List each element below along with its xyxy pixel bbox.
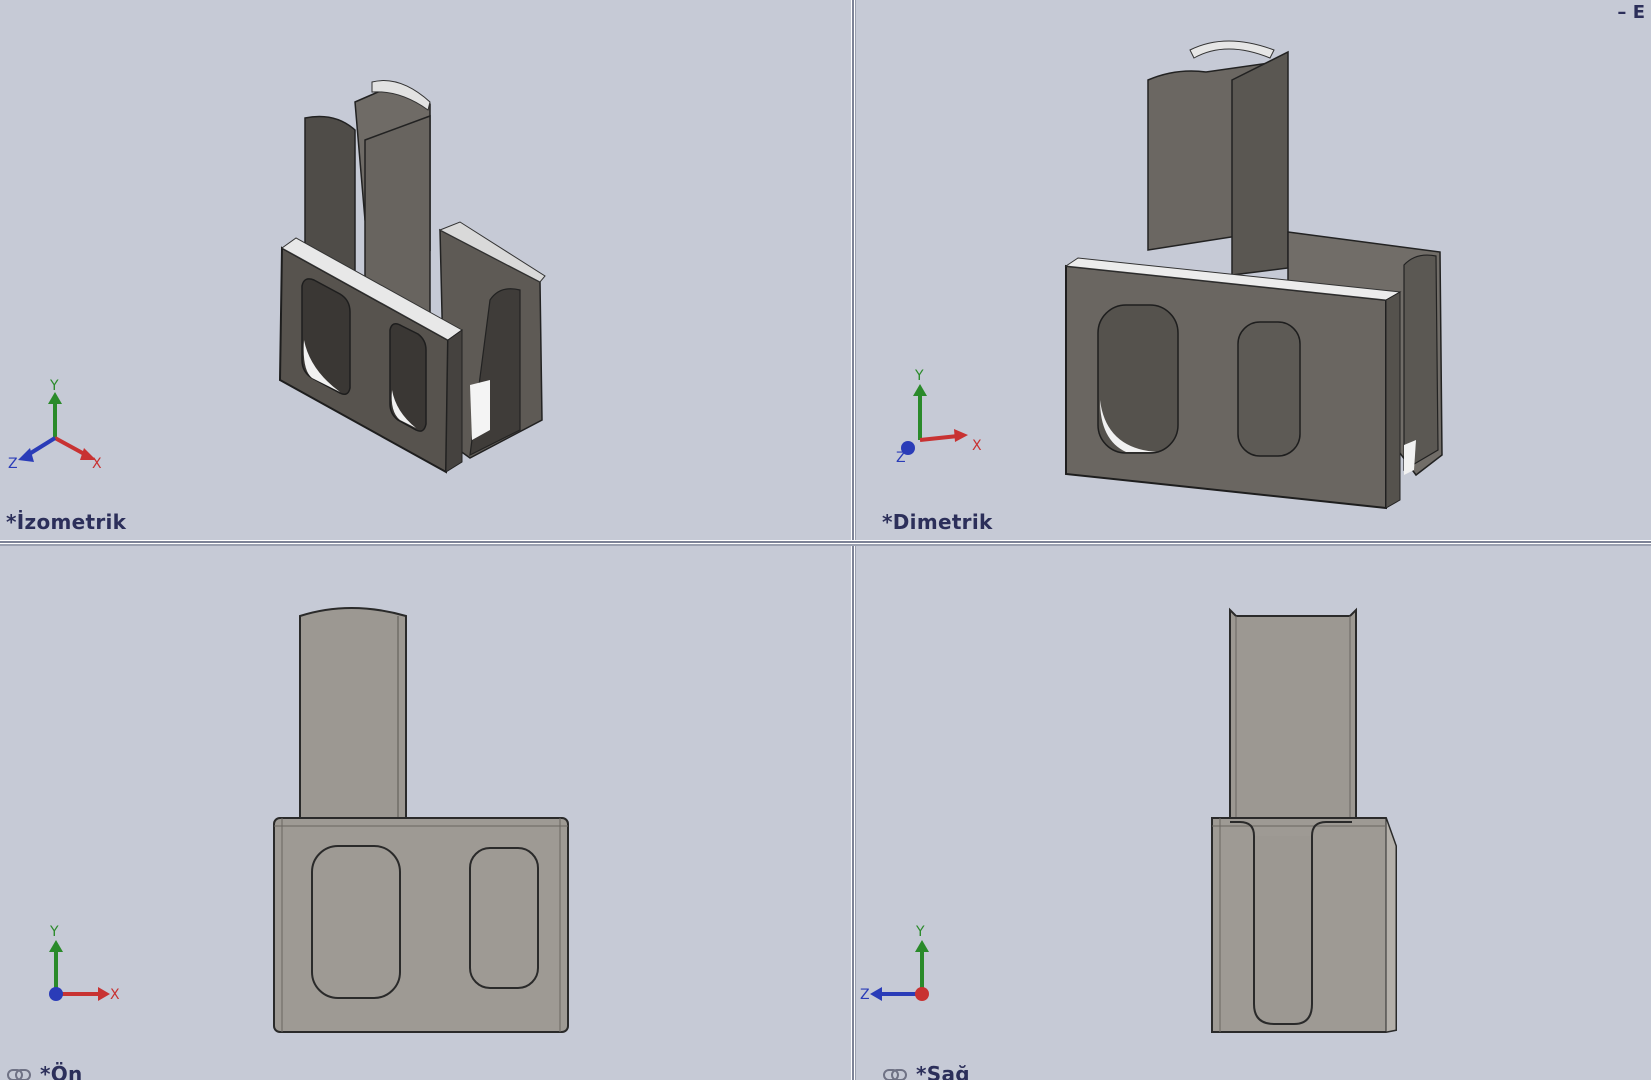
viewport-label-right: *Sağ — [916, 1062, 970, 1080]
viewport-front[interactable]: Y X *Ön — [0, 546, 853, 1080]
part-model-dimetric[interactable]: Y X Z — [856, 0, 1651, 540]
triad-z-label: Z — [860, 987, 870, 1003]
triad-y-label: Y — [914, 368, 924, 384]
viewport-label-isometric: *İzometrik — [6, 510, 127, 534]
triad-isometric: Y X Z — [8, 378, 102, 472]
viewport-isometric[interactable]: Y X Z *İzometrik — [0, 0, 853, 540]
part-model-right[interactable]: Y Z — [856, 546, 1651, 1080]
viewport-right[interactable]: Y Z *Sağ — [856, 546, 1651, 1080]
link-view-icon[interactable] — [7, 1069, 31, 1080]
triad-y-label: Y — [49, 924, 59, 940]
triad-x-label: X — [110, 987, 120, 1003]
part-model-isometric[interactable]: Y X Z — [0, 0, 853, 540]
triad-front: Y X — [49, 924, 120, 1003]
triad-x-label: X — [972, 438, 982, 454]
part-model-front[interactable]: Y X — [0, 546, 853, 1080]
link-view-icon[interactable] — [883, 1069, 907, 1080]
triad-z-label: Z — [896, 450, 906, 466]
triad-dimetric: Y X Z — [896, 368, 982, 466]
triad-y-label: Y — [915, 924, 925, 940]
triad-y-label: Y — [49, 378, 59, 394]
triad-right: Y Z — [860, 924, 929, 1003]
triad-x-label: X — [92, 456, 102, 472]
viewport-label-dimetric: *Dimetrik — [882, 510, 993, 534]
viewport-dimetric[interactable]: – E Y X Z *Dimetrik — [856, 0, 1651, 540]
viewport-splitter-horizontal[interactable] — [0, 540, 1651, 546]
viewport-label-front: *Ön — [40, 1062, 83, 1080]
triad-z-label: Z — [8, 456, 18, 472]
